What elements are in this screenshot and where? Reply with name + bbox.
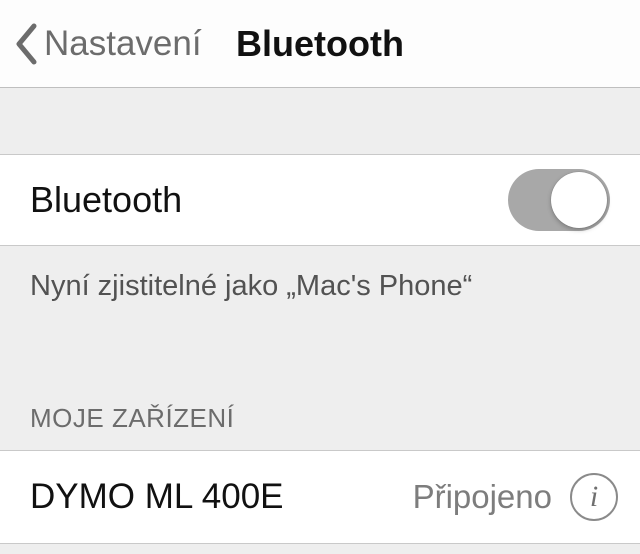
back-label: Nastavení — [44, 24, 202, 64]
discoverable-note: Nyní zjistitelné jako „Mac's Phone“ — [0, 246, 640, 313]
nav-header: Nastavení Bluetooth — [0, 0, 640, 88]
chevron-left-icon — [14, 23, 38, 65]
bluetooth-switch[interactable] — [508, 169, 610, 231]
bluetooth-toggle-row: Bluetooth — [0, 154, 640, 246]
device-row[interactable]: DYMO ML 400E Připojeno i — [0, 450, 640, 544]
device-info-button[interactable]: i — [570, 473, 618, 521]
spacer — [0, 88, 640, 154]
page-title: Bluetooth — [236, 23, 404, 65]
switch-knob — [551, 172, 607, 228]
device-status: Připojeno — [413, 478, 552, 516]
section-my-devices: MOJE ZAŘÍZENÍ — [0, 313, 640, 450]
info-icon: i — [590, 482, 598, 512]
back-button[interactable]: Nastavení — [0, 23, 202, 65]
device-name: DYMO ML 400E — [30, 477, 413, 517]
bluetooth-toggle-label: Bluetooth — [30, 179, 508, 221]
